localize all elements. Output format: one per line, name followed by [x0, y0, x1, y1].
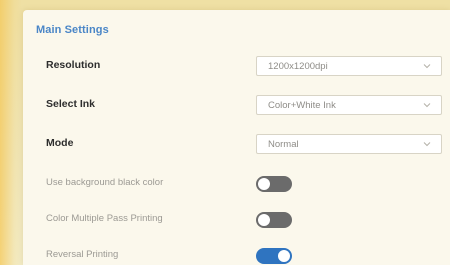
resolution-value: 1200x1200dpi	[268, 61, 328, 72]
toggle-knob	[258, 214, 270, 226]
select-ink-value: Color+White Ink	[268, 100, 336, 111]
chevron-down-icon	[423, 103, 431, 108]
use-background-black-color-label: Use background black color	[46, 177, 164, 188]
resolution-select[interactable]: 1200x1200dpi	[256, 56, 442, 76]
select-ink-label: Select Ink	[46, 98, 96, 110]
mode-select[interactable]: Normal	[256, 134, 442, 154]
chevron-down-icon	[423, 64, 431, 69]
color-multiple-pass-printing-toggle[interactable]	[256, 212, 292, 228]
color-multiple-pass-printing-label: Color Multiple Pass Printing	[46, 213, 163, 224]
toggle-knob	[278, 250, 290, 262]
select-ink-select[interactable]: Color+White Ink	[256, 95, 442, 115]
mode-label: Mode	[46, 137, 74, 149]
main-settings-panel: Main Settings Resolution 1200x1200dpi Se…	[23, 10, 450, 265]
mode-value: Normal	[268, 139, 299, 150]
toggle-knob	[258, 178, 270, 190]
reversal-printing-label: Reversal Printing	[46, 249, 119, 260]
reversal-printing-toggle[interactable]	[256, 248, 292, 264]
resolution-label: Resolution	[46, 59, 101, 71]
section-title: Main Settings	[36, 24, 109, 36]
chevron-down-icon	[423, 142, 431, 147]
use-background-black-color-toggle[interactable]	[256, 176, 292, 192]
